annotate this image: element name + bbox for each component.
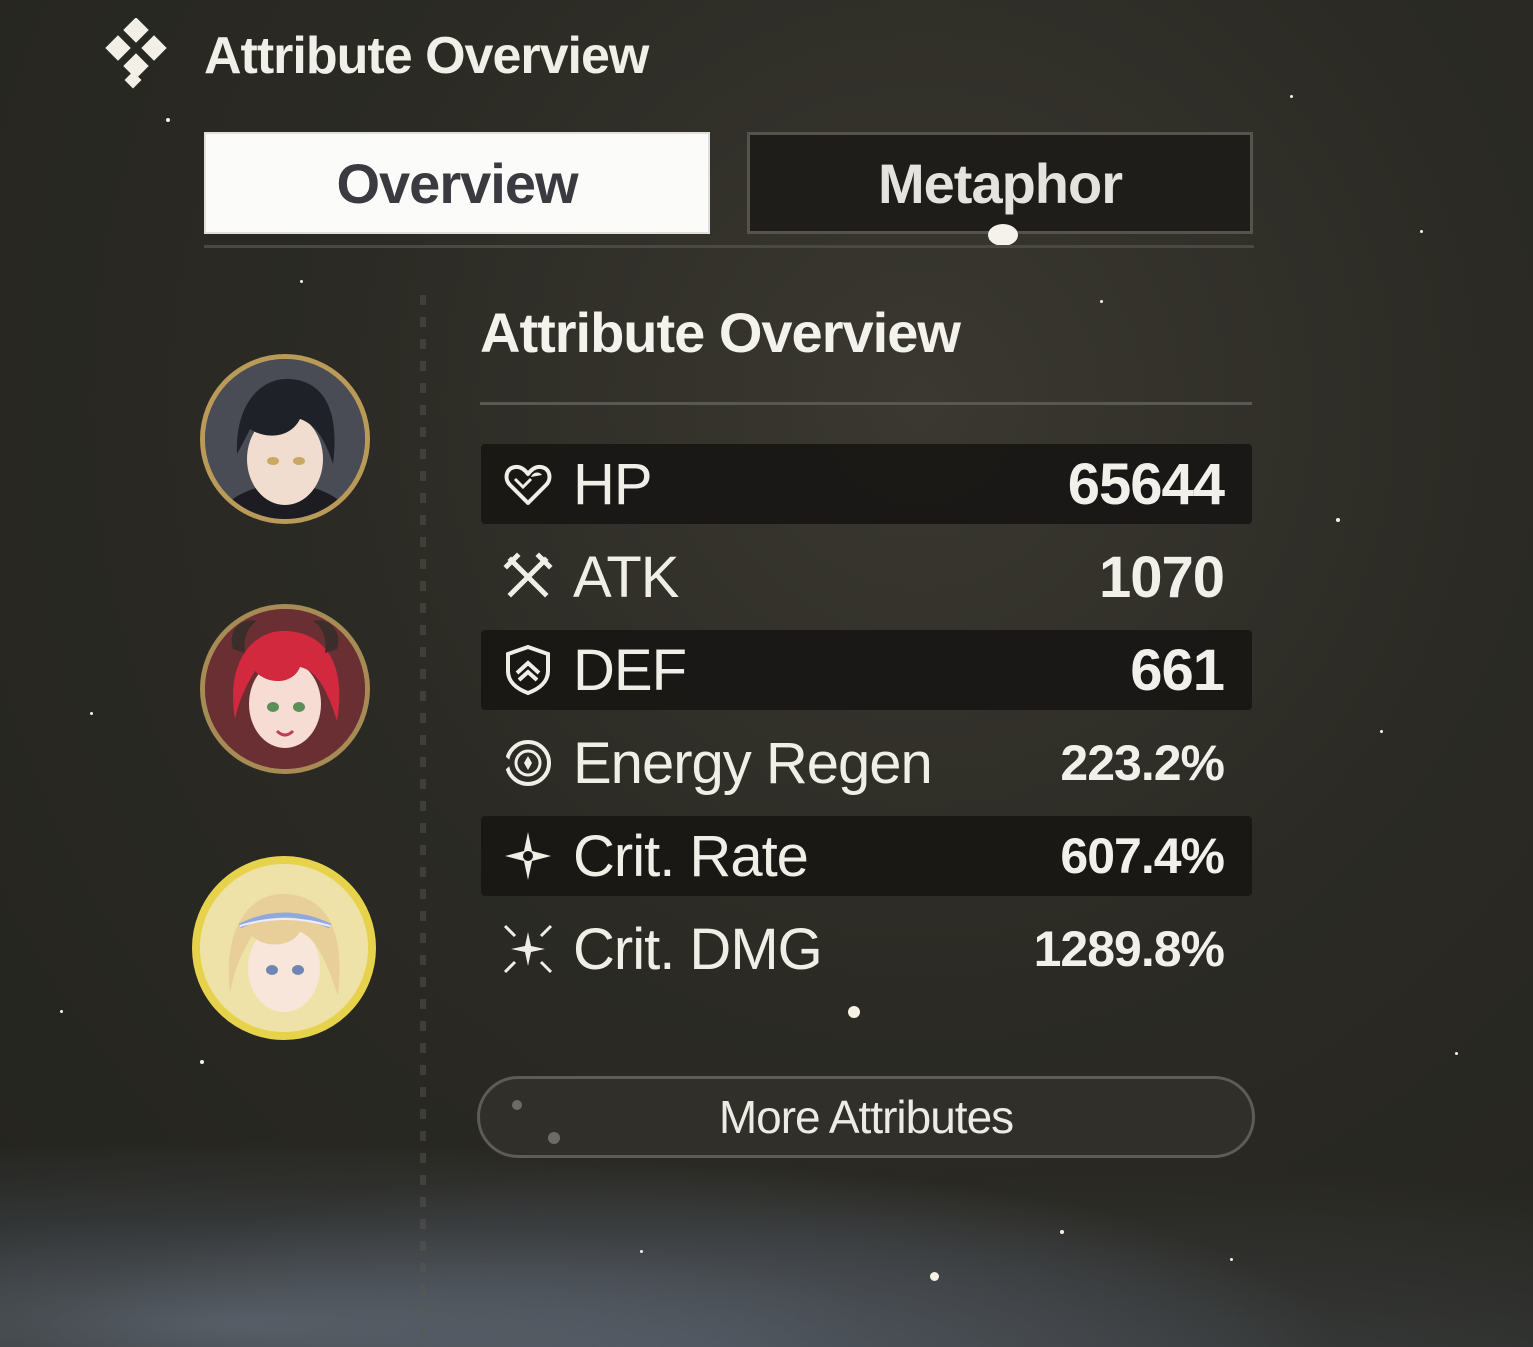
section-title: Attribute Overview xyxy=(480,301,961,364)
star-particle xyxy=(200,1060,204,1064)
star-particle xyxy=(1420,230,1423,233)
tab-divider xyxy=(204,245,1254,248)
shield-icon xyxy=(506,644,550,696)
star-particle xyxy=(1380,730,1383,733)
star-icon xyxy=(505,832,551,880)
tab-overview[interactable]: Overview xyxy=(204,132,710,234)
star-particle xyxy=(166,118,170,122)
star-particle xyxy=(1060,1230,1064,1234)
stat-row-atk: ATK 1070 xyxy=(481,537,1252,617)
stat-row-energy-regen: Energy Regen 223.2% xyxy=(481,723,1252,803)
stat-label: Energy Regen xyxy=(573,730,933,796)
star-particle xyxy=(300,280,303,283)
energy-regen-icon xyxy=(505,740,551,786)
diamond-cluster-icon xyxy=(105,18,167,89)
stat-value: 1070 xyxy=(1098,544,1225,610)
star-particle xyxy=(1100,300,1103,303)
stat-label: DEF xyxy=(573,637,687,703)
star-particle xyxy=(930,1272,939,1281)
stat-value: 661 xyxy=(1130,637,1225,703)
stat-value: 223.2% xyxy=(1060,735,1225,791)
tab-overview-label: Overview xyxy=(336,151,578,215)
stat-row-def: DEF 661 xyxy=(481,630,1252,710)
black-haired-character-portrait xyxy=(205,359,365,519)
stat-list: HP 65644 ATK 1070 DEF 661 Energy Regen 2… xyxy=(481,444,1252,1002)
star-particle xyxy=(848,1006,860,1018)
party-avatar-1[interactable] xyxy=(200,354,370,524)
party-avatar-3-selected[interactable] xyxy=(192,856,376,1040)
heart-icon xyxy=(504,464,552,505)
party-avatar-2[interactable] xyxy=(200,604,370,774)
star-particle xyxy=(1290,95,1293,98)
stat-value: 65644 xyxy=(1067,451,1225,517)
tab-metaphor[interactable]: Metaphor xyxy=(747,132,1253,234)
red-haired-horned-character-portrait xyxy=(205,609,365,769)
more-attributes-button[interactable]: More Attributes xyxy=(477,1076,1255,1158)
stat-label: Crit. DMG xyxy=(573,916,823,982)
blonde-crowned-character-portrait xyxy=(200,864,368,1032)
more-attributes-label: More Attributes xyxy=(718,1091,1014,1143)
page-title: Attribute Overview xyxy=(204,27,649,85)
star-particle xyxy=(640,1250,643,1253)
panel-separator xyxy=(420,295,426,1345)
star-particle xyxy=(60,1010,63,1013)
section-divider xyxy=(480,402,1252,405)
stat-value: 1289.8% xyxy=(1033,921,1225,977)
stat-label: ATK xyxy=(573,544,679,610)
stat-row-crit-dmg: Crit. DMG 1289.8% xyxy=(481,909,1252,989)
tab-metaphor-label: Metaphor xyxy=(878,151,1123,215)
star-particle xyxy=(1455,1052,1458,1055)
stat-label: Crit. Rate xyxy=(573,823,809,889)
stat-value: 607.4% xyxy=(1060,828,1225,884)
page-header: Attribute Overview xyxy=(98,18,649,94)
cursor-glow xyxy=(988,224,1018,246)
stat-label: HP xyxy=(573,451,653,517)
star-particle xyxy=(1336,518,1340,522)
star-particle xyxy=(1230,1258,1233,1261)
stat-row-crit-rate: Crit. Rate 607.4% xyxy=(481,816,1252,896)
stat-row-hp: HP 65644 xyxy=(481,444,1252,524)
star-particle xyxy=(90,712,93,715)
burst-star-icon xyxy=(503,924,553,974)
crossed-swords-icon xyxy=(503,552,553,598)
